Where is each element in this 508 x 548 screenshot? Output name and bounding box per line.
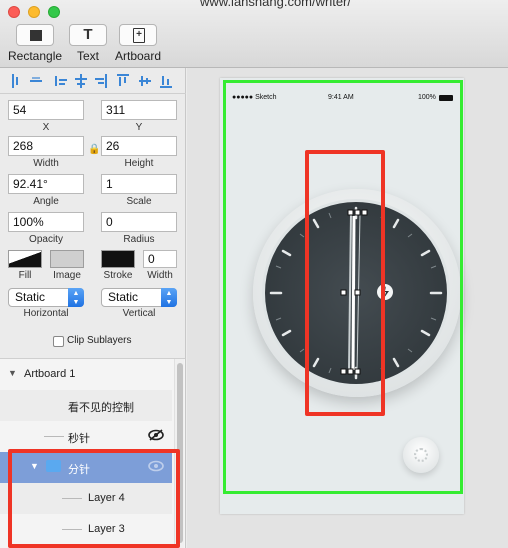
alignment-toolbar <box>0 68 186 94</box>
toolbar: www.lanshang.com/writer/ Rectangle T Tex… <box>0 0 508 68</box>
layer-name: Artboard 1 <box>24 368 76 380</box>
rectangle-tool-label: Rectangle <box>8 49 63 63</box>
window-title: www.lanshang.com/writer/ <box>200 0 351 9</box>
clip-sublayers-label: Clip Sublayers <box>67 335 132 346</box>
distribute-h-icon[interactable] <box>55 74 67 88</box>
text-icon: T <box>83 26 93 43</box>
align-top-icon[interactable] <box>117 74 129 88</box>
height-field[interactable]: 26 <box>101 136 177 156</box>
rectangle-tool[interactable]: Rectangle <box>8 24 62 63</box>
opacity-field[interactable]: 100% <box>8 212 84 232</box>
align-center-h-icon[interactable] <box>30 74 42 88</box>
stroke-width-label: Width <box>147 270 173 281</box>
shape-line-icon <box>44 436 64 437</box>
red-highlight-box-layers <box>8 449 180 548</box>
horizontal-resizing-value: Static <box>15 290 46 304</box>
align-right-icon[interactable] <box>95 74 107 88</box>
sketch-window: www.lanshang.com/writer/ Rectangle T Tex… <box>0 0 508 548</box>
radius-field[interactable]: 0 <box>101 212 177 232</box>
minimize-window-button[interactable] <box>28 6 40 18</box>
layer-name: 秒针 <box>68 433 90 445</box>
scale-label: Scale <box>126 196 152 207</box>
clip-sublayers-checkbox[interactable] <box>53 336 64 347</box>
angle-field[interactable]: 92.41° <box>8 174 84 194</box>
vertical-resizing-value: Static <box>108 290 139 304</box>
align-center-v-icon[interactable] <box>139 74 151 88</box>
layer-row[interactable]: 看不见的控制 <box>0 390 172 421</box>
fill-swatch[interactable] <box>8 250 42 268</box>
layer-row-artboard[interactable]: ▼ Artboard 1 <box>0 359 172 390</box>
layer-name: 看不见的控制 <box>68 402 134 414</box>
align-left-icon[interactable] <box>12 74 24 88</box>
align-bottom-icon[interactable] <box>160 74 172 88</box>
opacity-label: Opacity <box>29 234 63 245</box>
angle-label: Angle <box>33 196 59 207</box>
artboard-tool[interactable]: + Artboard <box>113 24 163 63</box>
close-window-button[interactable] <box>8 6 20 18</box>
stroke-swatch[interactable] <box>101 250 135 268</box>
width-label: Width <box>33 158 59 169</box>
text-tool[interactable]: T Text <box>68 24 108 63</box>
zoom-window-button[interactable] <box>48 6 60 18</box>
stroke-width-field[interactable]: 0 <box>143 250 177 268</box>
rectangle-icon <box>30 30 42 41</box>
x-field[interactable]: 54 <box>8 100 84 120</box>
canvas[interactable]: ●●●●● Sketch 9:41 AM 100% <box>187 68 508 548</box>
y-label: Y <box>135 122 143 133</box>
disclosure-triangle-icon[interactable]: ▼ <box>8 368 17 378</box>
y-field[interactable]: 311 <box>101 100 177 120</box>
horizontal-label: Horizontal <box>23 308 69 319</box>
fill-label: Fill <box>18 270 32 281</box>
align-middle-icon[interactable] <box>75 74 87 88</box>
inspector-panel: 54 X 311 Y 268 Width 🔒 26 Height 92.41° … <box>0 68 186 358</box>
scale-field[interactable]: 1 <box>101 174 177 194</box>
width-field[interactable]: 268 <box>8 136 84 156</box>
artboard-tool-label: Artboard <box>114 49 162 63</box>
image-swatch[interactable] <box>50 250 84 268</box>
height-label: Height <box>124 158 154 169</box>
text-tool-label: Text <box>76 49 99 63</box>
radius-label: Radius <box>123 234 155 245</box>
layer-row[interactable]: 秒针 <box>0 421 172 452</box>
horizontal-resizing-select[interactable]: Static ▲ ▼ <box>8 288 84 307</box>
image-label: Image <box>53 270 81 281</box>
vertical-resizing-select[interactable]: Static ▲ ▼ <box>101 288 177 307</box>
stroke-label: Stroke <box>103 270 133 281</box>
vertical-label: Vertical <box>122 308 156 319</box>
chevron-updown-icon: ▲ ▼ <box>68 288 84 307</box>
lock-ratio-icon[interactable]: 🔒 <box>88 144 100 155</box>
chevron-updown-icon: ▲ ▼ <box>161 288 177 307</box>
x-label: X <box>42 122 50 133</box>
artboard-icon: + <box>133 28 145 43</box>
red-highlight-box-hands <box>305 150 385 416</box>
hidden-eye-icon[interactable] <box>148 429 164 441</box>
